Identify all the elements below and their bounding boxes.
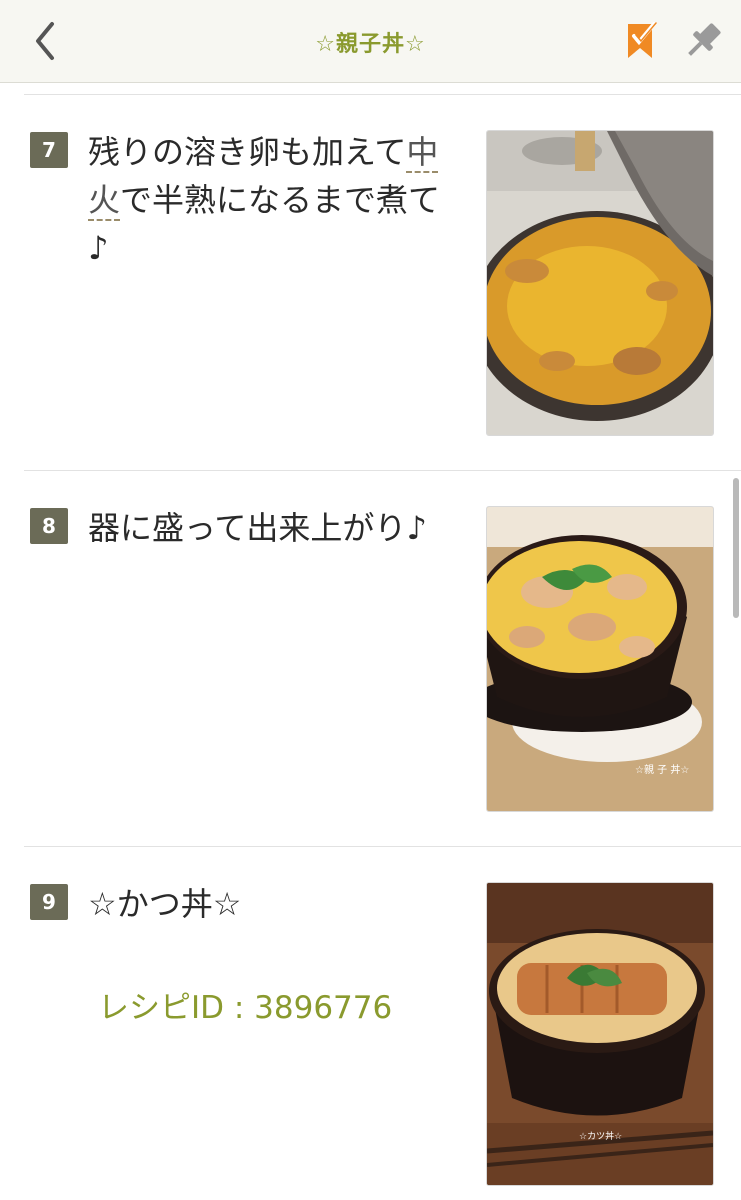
pin-button[interactable] — [682, 20, 724, 62]
step-number: 8 — [30, 508, 68, 544]
top-bar: ☆親子丼☆ — [0, 0, 741, 83]
recipe-id-link[interactable]: レシピID : 3896776 — [98, 982, 392, 1027]
photo-caption: ☆カツ丼☆ — [579, 1130, 622, 1142]
pan-with-egg-photo[interactable] — [486, 130, 714, 436]
divider — [24, 470, 741, 471]
scrollbar-thumb[interactable] — [733, 478, 739, 618]
photo-caption: ☆親 子 丼☆ — [635, 763, 689, 776]
step-text-part: 残りの溶き卵も加えて — [88, 133, 407, 171]
katsudon-bowl-photo[interactable]: ☆カツ丼☆ — [486, 882, 714, 1186]
step-text-part: で半熟になるまで煮て♪ — [88, 181, 441, 267]
step-text: 器に盛って出来上がり♪ — [88, 509, 427, 547]
oyakodon-bowl-photo[interactable]: ☆親 子 丼☆ — [486, 506, 714, 812]
bookmark-button[interactable] — [624, 20, 660, 62]
divider — [24, 846, 741, 847]
pin-icon — [688, 23, 721, 56]
step-text: ☆かつ丼☆ — [88, 885, 242, 923]
step-text: 残りの溶き卵も加えて中火で半熟になるまで煮て♪ — [88, 128, 448, 272]
bookmark-icon — [628, 22, 657, 58]
step-number: 7 — [30, 132, 68, 168]
step-number: 9 — [30, 884, 68, 920]
divider — [24, 94, 741, 95]
